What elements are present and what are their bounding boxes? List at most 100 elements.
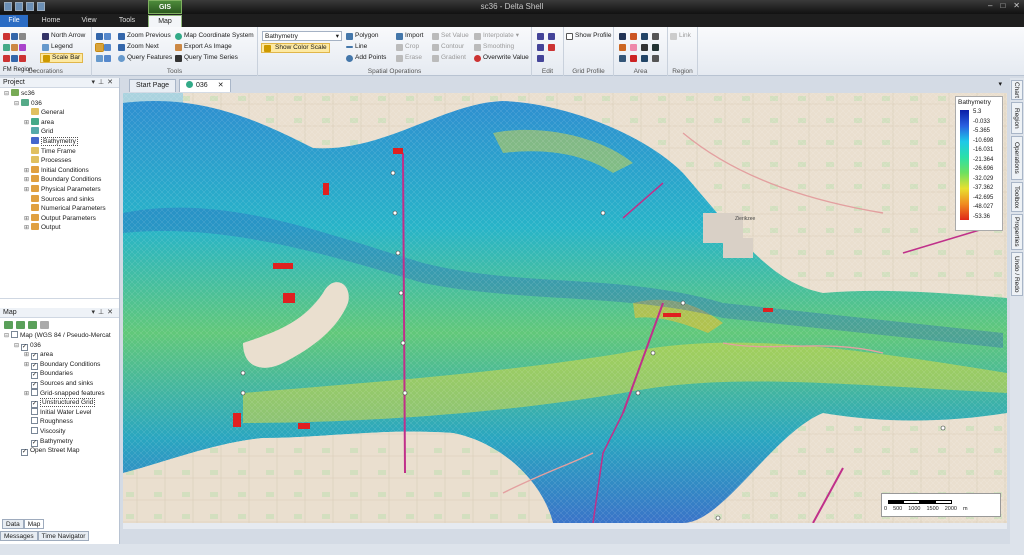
zoom-next-button[interactable]: Zoom Next (118, 42, 159, 52)
tab-map[interactable]: Map (148, 15, 182, 27)
zoom-previous-button[interactable]: Zoom Previous (118, 31, 171, 41)
cross-section-icon[interactable] (641, 54, 648, 62)
layer-visibility-checkbox[interactable] (31, 388, 38, 396)
legend-button[interactable]: Legend (42, 42, 73, 52)
import-button[interactable]: Import (396, 31, 423, 41)
layer-visibility-checkbox[interactable] (31, 417, 38, 425)
pump-icon[interactable] (630, 32, 637, 40)
split-icon[interactable] (537, 54, 544, 62)
grid-small-icon[interactable] (11, 32, 18, 40)
tree-expander-icon[interactable]: ⊞ (24, 224, 31, 234)
north-arrow-small-icon[interactable] (3, 32, 10, 40)
show-profile-button[interactable]: Show Profile (566, 31, 612, 41)
map-layer-item[interactable]: Initial Water Level (0, 407, 119, 418)
close-icon[interactable]: ✕ (107, 79, 116, 86)
zoom-layer-icon[interactable] (104, 54, 111, 62)
area-small-icon[interactable] (3, 43, 10, 51)
delete-small-icon[interactable] (3, 54, 10, 62)
tab-home[interactable]: Home (34, 15, 68, 27)
source-sink-icon[interactable] (630, 54, 637, 62)
select-tool-icon[interactable] (95, 42, 104, 52)
project-tree-item[interactable]: ⊟ sc36 (0, 89, 119, 99)
smoothing-button[interactable]: Smoothing (474, 42, 514, 52)
map-layer-item[interactable]: Roughness (0, 417, 119, 427)
project-tree-item[interactable]: ⊟ 036 (0, 98, 119, 109)
right-tab-operations[interactable]: Operations (1011, 136, 1023, 180)
right-tab-region[interactable]: Region (1011, 102, 1023, 134)
add-vertex-icon[interactable] (548, 32, 555, 40)
scale-bar-button[interactable]: Scale Bar (40, 53, 84, 63)
tab-file[interactable]: File (0, 15, 28, 27)
maximize-icon[interactable]: □ (1000, 1, 1005, 10)
project-tree-item[interactable]: Numerical Parameters (0, 204, 119, 214)
gate-icon[interactable] (652, 32, 659, 40)
tab-start-page[interactable]: Start Page (129, 79, 177, 92)
thin-dam-icon[interactable] (641, 43, 648, 51)
layer-visibility-checkbox[interactable] (31, 426, 38, 434)
project-tree-item[interactable]: ⊞ Output (0, 223, 119, 233)
map-layer-item[interactable]: ⊟ Map (WGS 84 / Pseudo-Mercat (0, 331, 119, 341)
add-points-button[interactable]: Add Points (346, 53, 386, 63)
pin-icon[interactable]: ⊥ (98, 79, 107, 86)
right-tab-properties[interactable]: Properties (1011, 214, 1023, 250)
project-tree-item[interactable]: General (0, 108, 119, 118)
weir-icon[interactable] (641, 32, 648, 40)
gradient-button[interactable]: Gradient (432, 53, 466, 63)
project-tree-item[interactable]: ⊞ Boundary Conditions (0, 175, 119, 185)
project-tree-item[interactable]: ⊞ Physical Parameters (0, 184, 119, 195)
project-tree-item[interactable]: Bathymetry (0, 136, 119, 147)
tab-tools[interactable]: Tools (110, 15, 144, 27)
project-tree-item[interactable]: Sources and sinks (0, 194, 119, 205)
ruler-small-icon[interactable] (19, 32, 26, 40)
layer-small-icon[interactable] (19, 43, 26, 51)
minimize-icon[interactable]: – (988, 1, 992, 10)
right-tab-toolbox[interactable]: Toolbox (1011, 182, 1023, 212)
project-tree-item[interactable]: Time Frame (0, 146, 119, 157)
project-tree-item[interactable]: ⊞ Initial Conditions (0, 165, 119, 176)
tab-view[interactable]: View (74, 15, 104, 27)
cut-small-icon[interactable] (19, 54, 26, 62)
map-layer-item[interactable]: ✓ Boundaries (0, 369, 119, 380)
map-layer-item[interactable]: ✓ Sources and sinks (0, 379, 119, 389)
right-tab-chart[interactable]: Chart (1011, 80, 1023, 100)
map-layer-item[interactable]: ⊞ Grid-snapped features (0, 388, 119, 399)
map-layer-item[interactable]: ✓ Bathymetry (0, 437, 119, 447)
structure-icon[interactable] (619, 32, 626, 40)
map-layer-item[interactable]: ✓ Unstructured Grid (0, 398, 119, 409)
embankment-icon[interactable] (652, 54, 659, 62)
tab-list-chevron-icon[interactable]: ▾ (998, 80, 1002, 88)
edit-small-icon[interactable] (11, 54, 18, 62)
map-horizontal-scrollbar[interactable] (123, 523, 1007, 529)
map-layer-item[interactable]: ✓ Open Street Map (0, 446, 119, 457)
zoom-in-icon[interactable] (104, 32, 111, 40)
line-button[interactable]: Line (346, 42, 367, 52)
project-tree-item[interactable]: ⊞ Output Parameters (0, 213, 119, 224)
show-color-scale-button[interactable]: Show Color Scale (261, 43, 330, 53)
tab-data[interactable]: Data (2, 519, 24, 529)
map-layer-item[interactable]: ⊟ ✓ 036 (0, 341, 119, 351)
tab-time-navigator[interactable]: Time Navigator (37, 531, 90, 541)
dry-point-icon[interactable] (619, 43, 626, 51)
query-time-series-button[interactable]: Query Time Series (175, 53, 238, 63)
contour-button[interactable]: Contour (432, 42, 464, 52)
remove-layer-icon[interactable] (40, 321, 49, 329)
map-layer-item[interactable]: Viscosity (0, 426, 119, 437)
query-features-button[interactable]: Query Features (118, 53, 172, 63)
interpolate-button[interactable]: Interpolate ▾ (474, 31, 519, 41)
close-icon[interactable]: ✕ (1013, 1, 1020, 10)
delete-feature-icon[interactable] (548, 43, 555, 51)
link-button[interactable]: Link (670, 31, 691, 41)
map-canvas[interactable]: Zierikzee (123, 93, 1007, 523)
layer-visibility-checkbox[interactable]: ✓ (21, 449, 28, 457)
observation-point-icon[interactable] (619, 54, 626, 62)
tab-messages[interactable]: Messages (0, 531, 38, 541)
label-small-icon[interactable] (11, 43, 18, 51)
add-layer-icon[interactable] (4, 321, 13, 329)
tab-model-036[interactable]: 036 ✕ (179, 79, 231, 92)
project-tree-item[interactable]: ⊞ area (0, 117, 119, 128)
map-coordinate-system-button[interactable]: Map Coordinate System (175, 31, 254, 41)
layer-select[interactable]: Bathymetry ▾ (262, 31, 342, 41)
export-as-image-button[interactable]: Export As Image (175, 42, 232, 52)
dry-area-icon[interactable] (630, 43, 637, 51)
remove-vertex-icon[interactable] (537, 43, 544, 51)
